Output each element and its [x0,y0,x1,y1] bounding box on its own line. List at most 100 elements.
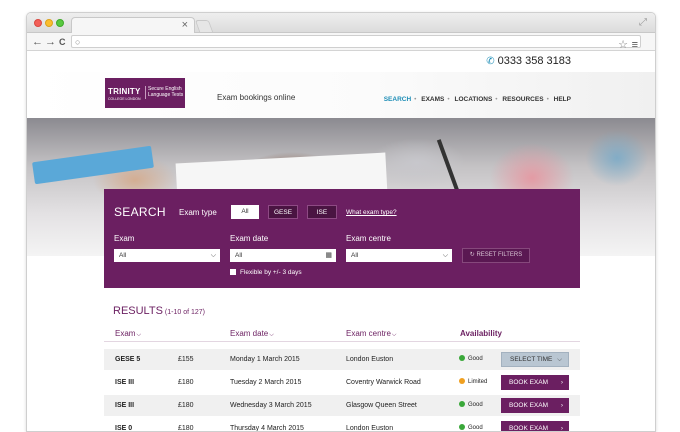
row-date: Thursday 4 March 2015 [230,425,304,432]
type-ise-button[interactable]: ISE [307,205,337,219]
new-tab-button[interactable] [194,20,214,32]
header-divider [104,341,580,342]
row-date: Wednesday 3 March 2015 [230,402,312,409]
chevron-down-icon: ⌵ [442,252,448,259]
nav-help[interactable]: HELP [554,96,571,103]
exam-date-input[interactable]: All ▦ [230,249,336,262]
table-row: GESE 5 £155 Monday 1 March 2015 London E… [104,349,580,370]
table-row: ISE 0 £180 Thursday 4 March 2015 London … [104,418,580,432]
results-title: RESULTS (1-10 of 127) [113,305,205,317]
back-icon[interactable]: ← [32,35,43,49]
row-exam: ISE 0 [115,425,133,432]
col-header-exam-label: Exam [115,329,136,338]
reload-icon[interactable]: C [59,35,66,49]
row-availability: Limited [459,372,487,393]
browser-window: × ⤢ ← → C ○ ☆ ≡ ✆ 0333 358 3183 TRINITY S… [26,12,656,432]
chevron-down-icon: ⌵ [210,252,216,259]
col-header-exam[interactable]: Exam⌵ [115,329,141,339]
row-exam: ISE III [115,379,135,386]
row-centre: London Euston [346,356,394,363]
col-header-availability: Availability [460,329,502,338]
col-header-date-label: Exam date [230,329,269,338]
nav-exams[interactable]: EXAMS [421,96,444,103]
select-time-button[interactable]: SELECT TIME ⌵ [501,352,569,367]
exam-centre-label: Exam centre [346,234,391,243]
title-bar: × ⤢ [27,13,655,33]
search-panel: SEARCH Exam type All GESE ISE What exam … [104,189,580,288]
nav-resources[interactable]: RESOURCES [502,96,543,103]
nav-locations[interactable]: LOCATIONS [454,96,492,103]
site-tagline: Exam bookings online [217,93,296,102]
logo-sub-text: Secure English Language Tests [148,86,184,98]
exam-date-label: Exam date [230,234,269,243]
browser-toolbar: ← → C ○ ☆ ≡ [27,33,655,51]
sort-caret-icon: ⌵ [136,332,142,338]
results-title-text: RESULTS [113,305,163,317]
address-bar[interactable]: ○ ☆ ≡ [71,35,641,51]
maximize-window-button[interactable] [56,19,64,27]
close-window-button[interactable] [34,19,42,27]
row-availability: Good [459,395,483,416]
minimize-window-button[interactable] [45,19,53,27]
fullscreen-icon[interactable]: ⤢ [639,17,647,28]
availability-text: Good [468,356,483,362]
site-header: TRINITY Secure English Language Tests CO… [27,72,655,118]
flexible-dates-option[interactable]: Flexible by +/- 3 days [230,269,302,276]
row-date: Tuesday 2 March 2015 [230,379,302,386]
flexible-checkbox[interactable] [230,269,236,275]
book-exam-button[interactable]: BOOK EXAM › [501,375,569,390]
exam-select-value: All [119,252,127,259]
exam-centre-select[interactable]: All ⌵ [346,249,452,262]
select-time-label: SELECT TIME [510,356,553,363]
availability-text: Good [468,402,483,408]
refresh-icon: ↻ [469,252,475,258]
bookmark-star-icon[interactable]: ☆ [618,39,628,51]
book-exam-label: BOOK EXAM [509,402,549,409]
results-count: (1-10 of 127) [164,309,206,316]
chevron-down-icon: ⌵ [557,356,562,363]
phone-number[interactable]: ✆ 0333 358 3183 [486,55,571,67]
status-dot [459,355,465,361]
exam-label: Exam [114,234,135,243]
row-availability: Good [459,349,483,370]
menu-icon[interactable]: ≡ [632,39,638,51]
book-exam-label: BOOK EXAM [509,425,549,432]
sort-caret-icon: ⌵ [269,332,274,338]
row-availability: Good [459,418,483,431]
trinity-logo[interactable]: TRINITY Secure English Language Tests CO… [105,78,185,108]
exam-select[interactable]: All ⌵ [114,249,220,262]
main-nav: SEARCH • EXAMS • LOCATIONS • RESOURCES • HEL… [383,96,571,103]
status-dot [459,401,465,407]
forward-icon[interactable]: → [45,35,56,49]
logo-divider [145,86,146,99]
row-exam: ISE III [115,402,135,409]
col-header-date[interactable]: Exam date⌵ [230,329,274,339]
row-date: Monday 1 March 2015 [230,356,300,363]
search-title: SEARCH [114,205,166,219]
browser-tab[interactable]: × [71,17,195,33]
tab-close-icon[interactable]: × [182,18,188,33]
book-exam-button[interactable]: BOOK EXAM › [501,421,569,432]
status-dot [459,378,465,384]
reset-filters-label: RESET FILTERS [476,252,523,258]
book-exam-label: BOOK EXAM [509,379,549,386]
calendar-icon: ▦ [325,252,332,259]
book-exam-button[interactable]: BOOK EXAM › [501,398,569,413]
chevron-right-icon: › [560,425,563,432]
type-gese-button[interactable]: GESE [268,205,298,219]
status-dot [459,424,465,430]
table-row: ISE III £180 Tuesday 2 March 2015 Covent… [104,372,580,393]
flexible-label: Flexible by +/- 3 days [240,269,302,276]
type-all-button[interactable]: All [231,205,259,219]
row-price: £155 [178,356,194,363]
logo-tiny-text: COLLEGE LONDON [108,97,141,101]
what-exam-type-link[interactable]: What exam type? [346,209,397,216]
row-price: £180 [178,402,194,409]
reset-filters-button[interactable]: ↻ RESET FILTERS [462,248,530,263]
phone-icon: ✆ [486,56,495,67]
row-centre: Coventry Warwick Road [346,379,421,386]
nav-search[interactable]: SEARCH [384,96,411,103]
exam-type-label: Exam type [179,208,217,217]
row-centre: Glasgow Queen Street [346,402,417,409]
col-header-centre[interactable]: Exam centre⌵ [346,329,396,339]
